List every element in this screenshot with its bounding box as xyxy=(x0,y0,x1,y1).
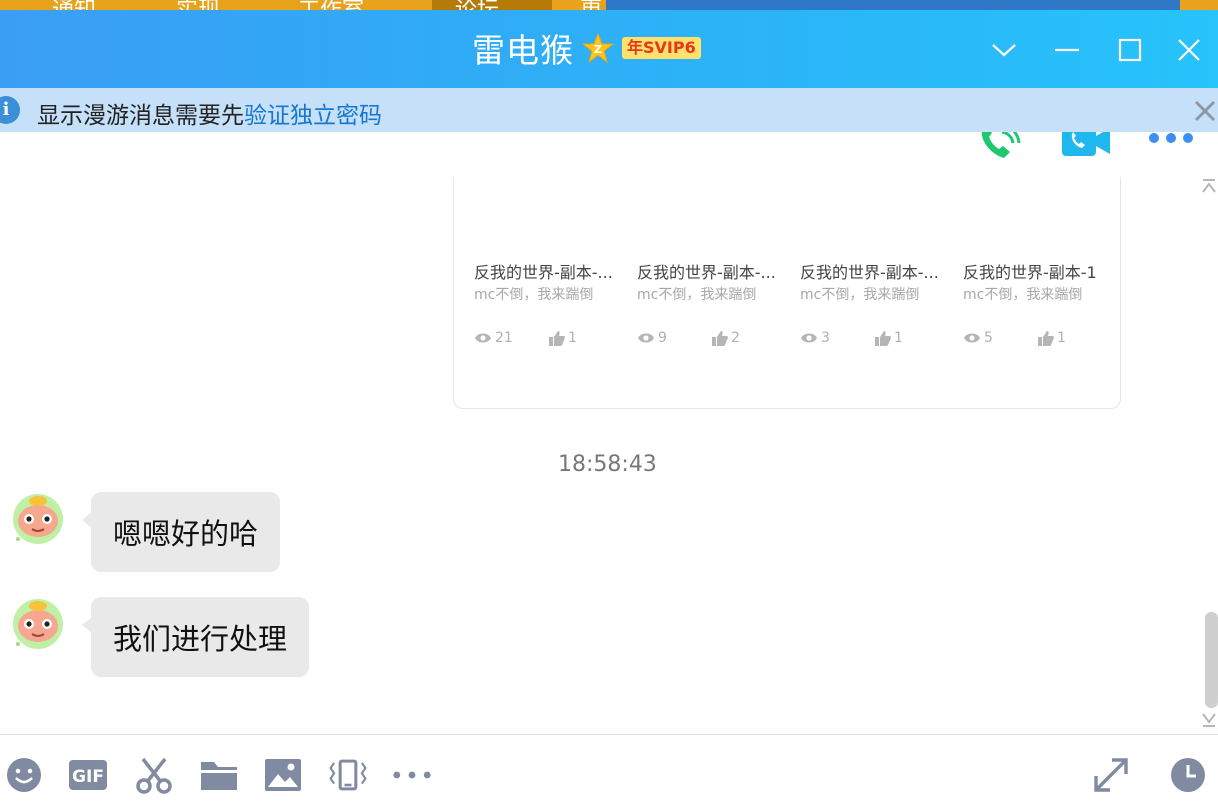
thumbs-up-icon xyxy=(875,330,891,346)
info-message: 显示漫游消息需要先验证独立密码 xyxy=(37,96,382,130)
vip-badge[interactable]: 年SVIP6 xyxy=(622,37,701,59)
eye-icon xyxy=(964,333,980,343)
screenshot-button[interactable] xyxy=(134,755,174,795)
view-count: 21 xyxy=(474,330,513,346)
minimize-button[interactable] xyxy=(1049,32,1085,68)
more-tools-button[interactable] xyxy=(392,755,432,795)
maximize-icon xyxy=(1118,38,1142,62)
chevron-down-button[interactable] xyxy=(986,32,1022,68)
expand-icon xyxy=(1094,758,1128,792)
image-button[interactable] xyxy=(263,755,303,795)
svg-text:GIF: GIF xyxy=(72,767,104,787)
shared-works-card[interactable]: 反我的世界-副本-... mc不倒，我来踹倒 21 1 反我的世界-副本-...… xyxy=(453,177,1121,409)
like-count: 1 xyxy=(1038,330,1066,346)
message-timestamp: 18:58:43 xyxy=(558,452,657,477)
card-item-title: 反我的世界-副本-1 xyxy=(963,263,1097,282)
shake-icon xyxy=(329,759,367,791)
contact-name[interactable]: 雷电猴 xyxy=(472,24,574,72)
scroll-top-icon[interactable] xyxy=(1200,176,1218,196)
scissors-icon xyxy=(136,757,172,794)
like-count: 1 xyxy=(875,330,903,346)
message-text: 我们进行处理 xyxy=(113,622,288,656)
minimize-icon xyxy=(1055,48,1079,52)
file-button[interactable] xyxy=(199,755,239,795)
roaming-info-bar: i 显示漫游消息需要先验证独立密码 xyxy=(0,88,1218,132)
card-item-title: 反我的世界-副本-... xyxy=(474,263,613,282)
eye-icon xyxy=(638,333,654,343)
thumbs-up-icon xyxy=(712,330,728,346)
image-icon xyxy=(265,759,301,791)
card-item-title: 反我的世界-副本-... xyxy=(637,263,776,282)
chat-window: 通知 实现 工作室 论坛 更 雷电猴 Z 年SVIP6 i 显示漫游消息需要先验… xyxy=(0,0,1218,810)
message-bubble[interactable]: 我们进行处理 xyxy=(82,597,310,677)
title-bar: 雷电猴 Z 年SVIP6 xyxy=(0,10,1218,88)
more-options-icon[interactable] xyxy=(1148,132,1194,144)
message-area: 反我的世界-副本-... mc不倒，我来踹倒 21 1 反我的世界-副本-...… xyxy=(0,132,1218,734)
gif-icon: GIF xyxy=(69,760,107,790)
view-count: 9 xyxy=(637,330,667,346)
view-count: 5 xyxy=(963,330,993,346)
scrollbar-thumb[interactable] xyxy=(1205,612,1218,708)
monkey-avatar-icon[interactable] xyxy=(8,592,68,652)
card-item-author: mc不倒，我来踹倒 xyxy=(637,287,757,303)
card-item-title: 反我的世界-副本-... xyxy=(800,263,939,282)
thumbs-up-icon xyxy=(549,330,565,346)
eye-icon xyxy=(801,333,817,343)
bubble-tail xyxy=(82,617,92,633)
input-toolbar: GIF xyxy=(0,735,1218,810)
emoji-icon xyxy=(7,758,41,792)
view-count: 3 xyxy=(800,330,830,346)
info-icon: i xyxy=(0,96,20,124)
verify-password-link[interactable]: 验证独立密码 xyxy=(244,103,382,129)
scroll-bottom-icon[interactable] xyxy=(1200,710,1218,730)
history-clock-icon xyxy=(1171,758,1205,792)
monkey-avatar-icon[interactable] xyxy=(8,487,68,547)
svg-text:Z: Z xyxy=(594,43,602,56)
video-call-icon[interactable] xyxy=(1060,132,1112,160)
folder-icon xyxy=(201,762,237,790)
emoji-button[interactable] xyxy=(4,755,44,795)
message-bubble[interactable]: 嗯嗯好的哈 xyxy=(82,492,281,572)
expand-input-button[interactable] xyxy=(1091,755,1131,795)
like-count: 2 xyxy=(712,330,740,346)
shake-button[interactable] xyxy=(328,755,368,795)
bubble-tail xyxy=(82,512,92,528)
maximize-button[interactable] xyxy=(1112,32,1148,68)
chevron-down-icon xyxy=(992,44,1016,57)
eye-icon xyxy=(475,333,491,343)
card-item-author: mc不倒，我来踹倒 xyxy=(800,287,920,303)
close-button[interactable] xyxy=(1171,32,1207,68)
voice-call-icon[interactable] xyxy=(976,132,1022,164)
thumbs-up-icon xyxy=(1038,330,1054,346)
title-group: 雷电猴 Z 年SVIP6 xyxy=(472,28,701,70)
gif-button[interactable]: GIF xyxy=(68,755,108,795)
more-icon xyxy=(393,771,431,779)
info-close-icon[interactable] xyxy=(1192,98,1218,124)
message-text: 嗯嗯好的哈 xyxy=(113,517,259,551)
card-item-author: mc不倒，我来踹倒 xyxy=(963,287,1083,303)
card-item-author: mc不倒，我来踹倒 xyxy=(474,287,594,303)
star-badge-icon: Z xyxy=(582,32,614,64)
close-icon xyxy=(1178,39,1200,61)
info-text: 显示漫游消息需要先 xyxy=(37,103,244,129)
message-history-button[interactable] xyxy=(1168,755,1208,795)
like-count: 1 xyxy=(549,330,577,346)
